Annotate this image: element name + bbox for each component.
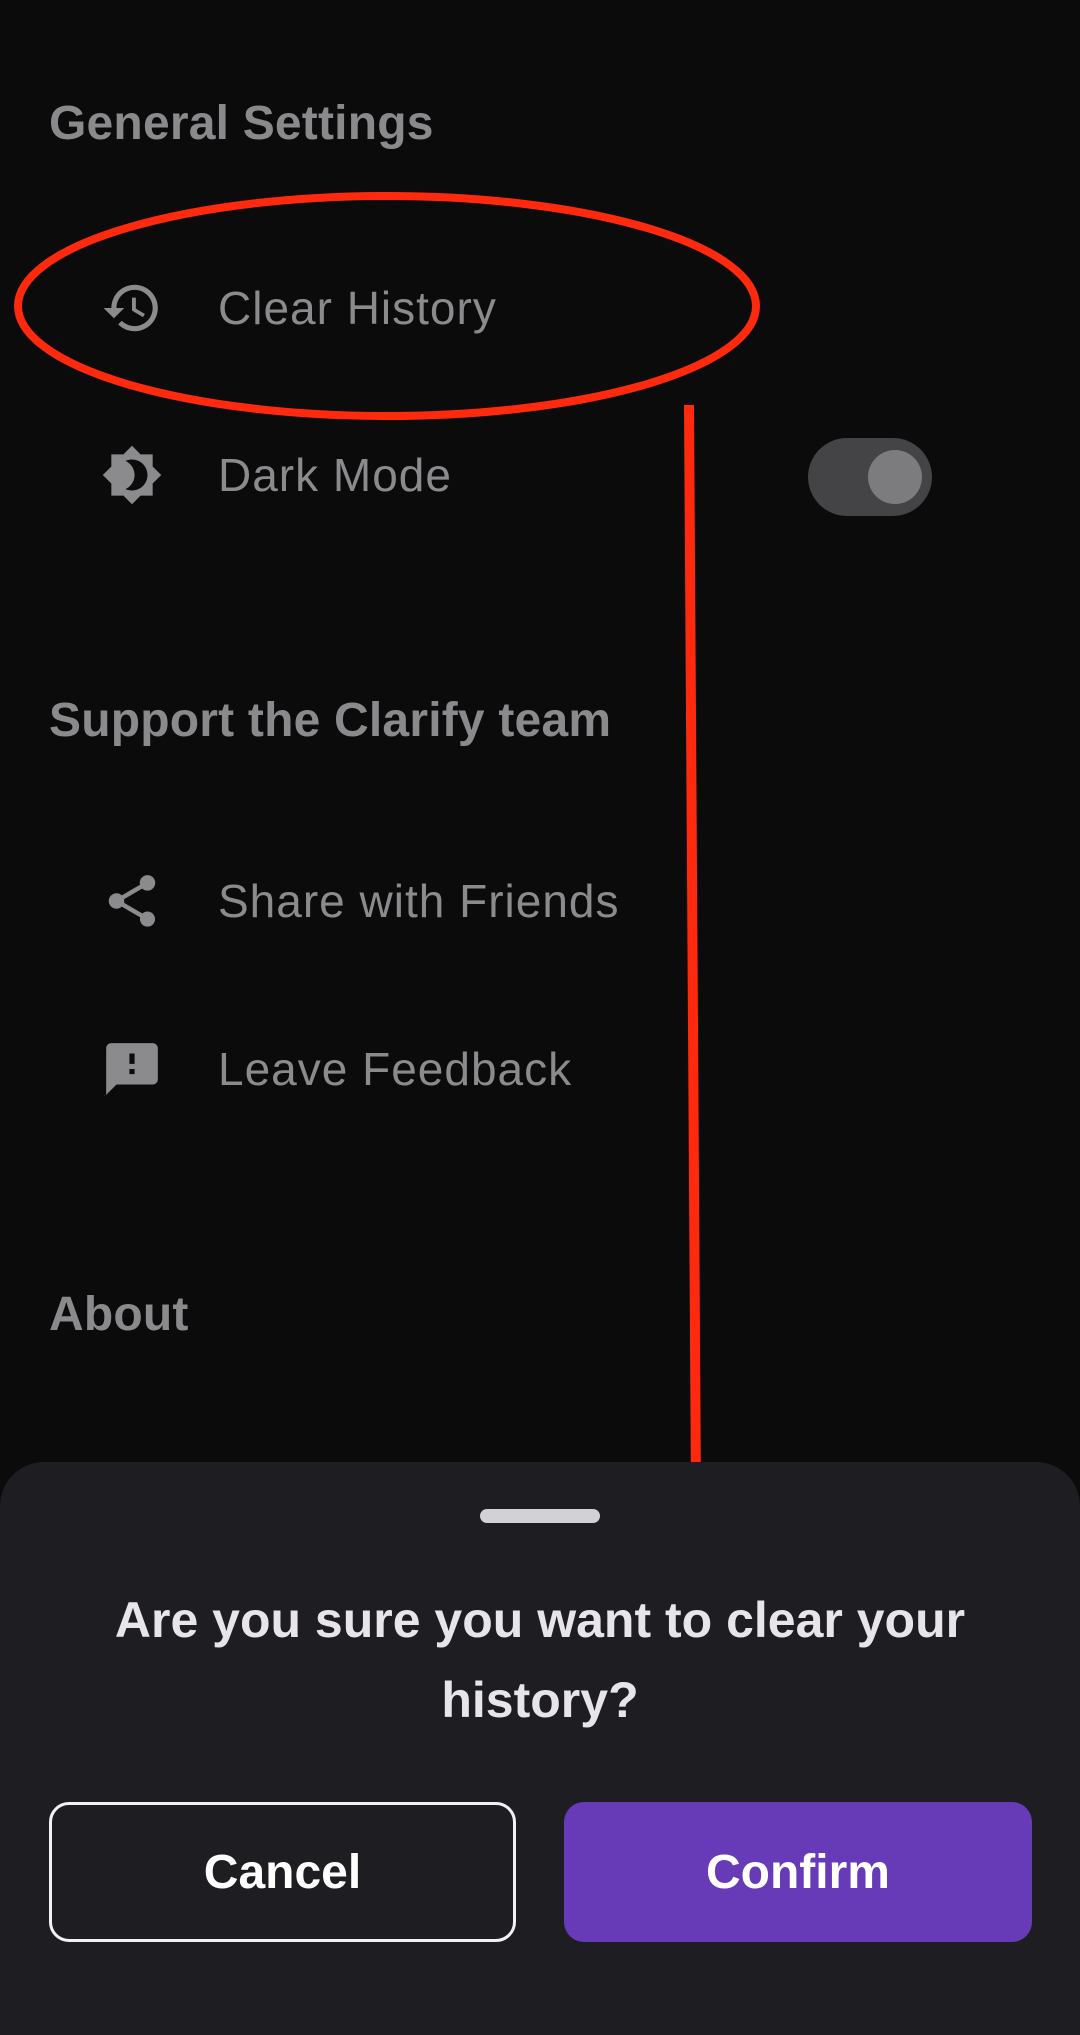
dark-mode-label: Dark Mode (218, 449, 452, 501)
dark-mode-toggle[interactable] (808, 438, 932, 516)
clear-history-item[interactable]: Clear History (0, 243, 1080, 373)
clear-history-label: Clear History (218, 282, 497, 334)
brightness-icon (102, 445, 162, 505)
section-title-support: Support the Clarify team (49, 694, 612, 747)
section-title-about: About (49, 1288, 189, 1341)
feedback-label: Leave Feedback (218, 1043, 573, 1095)
feedback-item[interactable]: Leave Feedback (0, 1004, 1080, 1134)
share-item[interactable]: Share with Friends (0, 836, 1080, 966)
history-icon (103, 284, 158, 332)
clear-history-bottom-sheet: Are you sure you want to clear your hist… (0, 1462, 1080, 2035)
drag-handle[interactable] (480, 1509, 600, 1523)
confirm-dialog-title: Are you sure you want to clear your hist… (114, 1592, 966, 1728)
share-label: Share with Friends (218, 875, 620, 927)
share-icon (108, 875, 156, 927)
feedback-icon (106, 1043, 158, 1095)
toggle-knob (868, 450, 922, 504)
cancel-button[interactable]: Cancel (49, 1802, 516, 1942)
section-title-general: General Settings (49, 97, 434, 150)
confirm-button[interactable]: Confirm (564, 1802, 1032, 1942)
